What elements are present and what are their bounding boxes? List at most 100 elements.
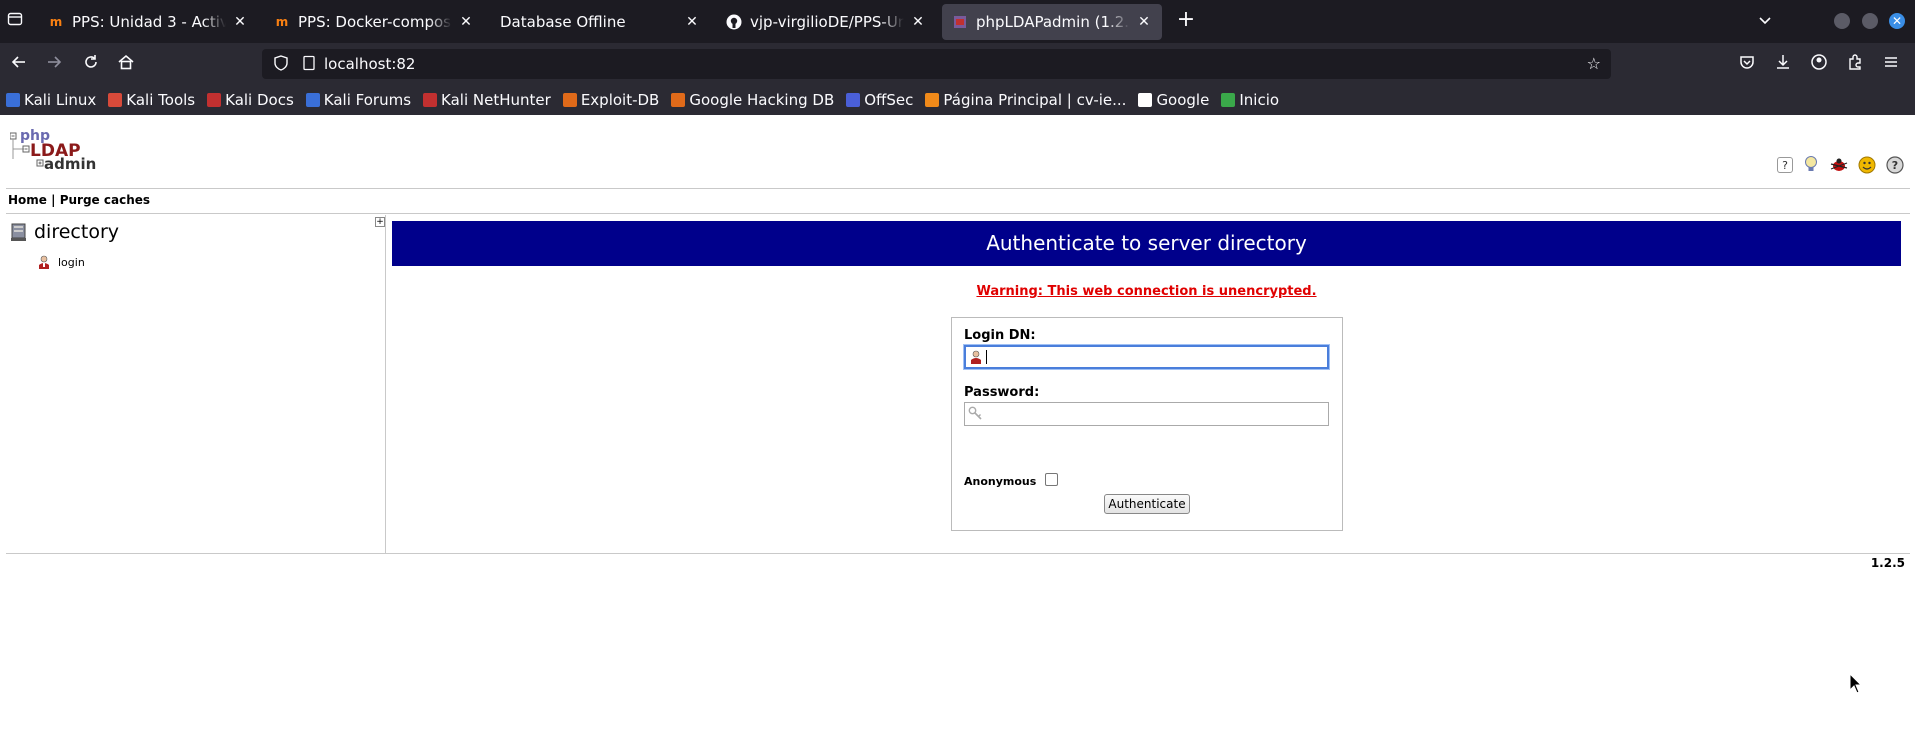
pocket-icon[interactable]	[1736, 53, 1758, 75]
bookmark-favicon-icon	[671, 93, 686, 107]
moodle-icon: m	[49, 15, 63, 29]
url-text[interactable]: localhost:82	[324, 55, 415, 73]
bookmark-item[interactable]: Kali Forums	[305, 91, 411, 109]
bookmark-label: Inicio	[1239, 91, 1280, 109]
bookmark-label: Exploit-DB	[580, 91, 660, 109]
close-tab-icon[interactable]: ✕	[684, 14, 700, 30]
password-input[interactable]	[964, 402, 1329, 426]
bookmark-item[interactable]: Inicio	[1221, 91, 1279, 109]
bookmark-label: Google	[1156, 91, 1210, 109]
bookmark-favicon-icon	[423, 93, 438, 107]
unencrypted-warning[interactable]: Warning: This web connection is unencryp…	[392, 284, 1901, 299]
forward-icon[interactable]	[43, 53, 65, 75]
home-icon[interactable]	[115, 53, 137, 75]
menu-separator: |	[51, 193, 56, 207]
downloads-icon[interactable]	[1772, 53, 1794, 75]
key-icon	[968, 406, 982, 420]
text-caret	[986, 350, 987, 364]
close-window-button[interactable]: ✕	[1889, 13, 1905, 29]
bookmark-favicon-icon	[1221, 93, 1236, 107]
login-dn-label: Login DN:	[964, 328, 1036, 343]
page-content: php LDAP admin ? ? Home | Purge caches +	[0, 115, 1915, 743]
divider	[6, 553, 1910, 554]
phpldapadmin-logo: php LDAP admin	[10, 129, 96, 173]
extensions-icon[interactable]	[1844, 53, 1866, 75]
user-icon	[971, 350, 981, 364]
bookmark-label: Kali Tools	[126, 91, 196, 109]
bug-icon[interactable]	[1829, 155, 1849, 175]
tab-3[interactable]: Database Offline ✕	[490, 4, 710, 40]
bookmark-item[interactable]: Google	[1138, 91, 1209, 109]
github-icon	[726, 14, 742, 30]
bookmark-item[interactable]: OffSec	[846, 91, 913, 109]
user-icon	[39, 255, 49, 269]
page-info-icon[interactable]	[302, 55, 316, 75]
account-icon[interactable]	[1808, 53, 1830, 75]
moodle-icon: m	[275, 15, 289, 29]
tab-title: PPS: Unidad 3 - Actividad	[72, 13, 226, 31]
bookmark-label: OffSec	[864, 91, 914, 109]
back-icon[interactable]	[8, 53, 30, 75]
shield-icon[interactable]	[274, 55, 288, 75]
minimize-button[interactable]	[1834, 13, 1850, 29]
close-tab-icon[interactable]: ✕	[1136, 14, 1152, 30]
bookmark-label: Página Principal | cv-ie...	[943, 91, 1127, 109]
tab-title: PPS: Docker-compose pil	[298, 13, 452, 31]
bookmark-item[interactable]: Kali Docs	[207, 91, 294, 109]
server-icon	[11, 223, 26, 241]
login-label: login	[58, 255, 85, 269]
svg-text:?: ?	[1892, 159, 1898, 172]
lightbulb-icon[interactable]	[1801, 155, 1821, 175]
maximize-button[interactable]	[1862, 13, 1878, 29]
close-tab-icon[interactable]: ✕	[910, 14, 926, 30]
smiley-icon[interactable]	[1857, 155, 1877, 175]
tab-1[interactable]: m PPS: Unidad 3 - Actividad ✕	[38, 4, 258, 40]
bookmarks-bar: Kali Linux Kali Tools Kali Docs Kali Forums…	[0, 85, 1915, 115]
bookmark-favicon-icon	[562, 93, 577, 107]
header-icons: ? ?	[1777, 155, 1905, 175]
bookmark-favicon-icon	[6, 93, 20, 107]
tab-5-active[interactable]: phpLDAPadmin (1.2.5) - ✕	[942, 4, 1162, 40]
bookmark-item[interactable]: Exploit-DB	[562, 91, 660, 109]
main-panel: Authenticate to server directory Warning…	[392, 221, 1901, 531]
new-tab-icon[interactable]: +	[1175, 9, 1197, 32]
close-tab-icon[interactable]: ✕	[232, 14, 248, 30]
authenticate-button[interactable]: Authenticate	[1104, 494, 1190, 514]
server-tree: + directory login	[6, 215, 386, 553]
expand-tree-button[interactable]: +	[375, 217, 385, 227]
url-bar[interactable]: localhost:82 ☆	[262, 49, 1611, 79]
login-form: Login DN: Password: Anonymous Authentica…	[951, 317, 1343, 531]
bookmark-item[interactable]: Kali NetHunter	[423, 91, 551, 109]
hamburger-menu-icon[interactable]	[1880, 53, 1902, 75]
bookmark-label: Google Hacking DB	[689, 91, 835, 109]
bookmark-favicon-icon	[846, 93, 861, 107]
tab-2[interactable]: m PPS: Docker-compose pil ✕	[264, 4, 484, 40]
svg-text:admin: admin	[44, 155, 96, 173]
tab-title: phpLDAPadmin (1.2.5) -	[976, 13, 1130, 31]
chevron-down-icon[interactable]	[1757, 12, 1773, 32]
help-icon[interactable]: ?	[1777, 157, 1793, 173]
login-tree-item[interactable]: login	[38, 255, 85, 269]
bookmark-favicon-icon	[1138, 93, 1153, 107]
bookmark-item[interactable]: Kali Linux	[6, 91, 96, 109]
bookmark-item[interactable]: Kali Tools	[108, 91, 195, 109]
server-item[interactable]: directory	[10, 221, 119, 243]
purge-caches-link[interactable]: Purge caches	[60, 193, 150, 207]
bookmark-item[interactable]: Página Principal | cv-ie...	[925, 91, 1126, 109]
anonymous-checkbox[interactable]	[1045, 473, 1058, 486]
reload-icon[interactable]	[80, 53, 102, 75]
login-dn-input[interactable]	[964, 345, 1329, 369]
divider	[6, 188, 1910, 189]
bookmark-favicon-icon	[925, 93, 940, 107]
mouse-cursor-icon	[1849, 673, 1863, 694]
close-tab-icon[interactable]: ✕	[458, 14, 474, 30]
tab-list-icon[interactable]	[6, 11, 24, 29]
bookmark-item[interactable]: Google Hacking DB	[671, 91, 834, 109]
tab-title: vjp-virgilioDE/PPS-Unidad	[750, 13, 904, 31]
page-title: Authenticate to server directory	[392, 221, 1901, 266]
home-link[interactable]: Home	[8, 193, 47, 207]
tab-4[interactable]: vjp-virgilioDE/PPS-Unidad ✕	[716, 4, 936, 40]
bookmark-label: Kali Docs	[225, 91, 294, 109]
bookmark-star-icon[interactable]: ☆	[1587, 54, 1601, 73]
question-help-icon[interactable]: ?	[1885, 155, 1905, 175]
